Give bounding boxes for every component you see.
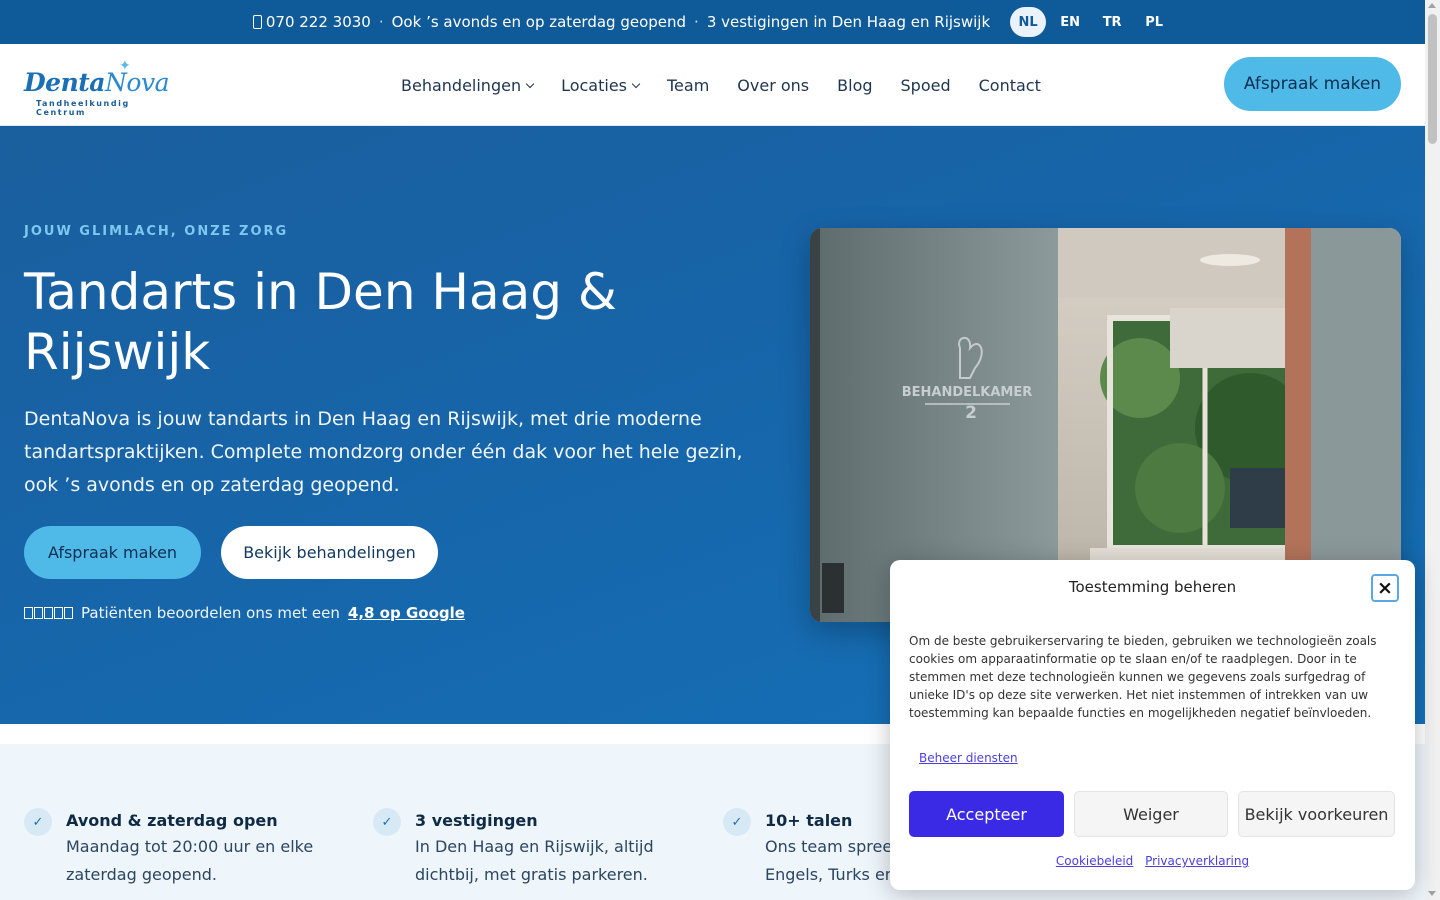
photo-sign-number: 2: [965, 403, 977, 423]
sparkle-icon: ✦: [119, 58, 131, 74]
separator: ·: [378, 13, 384, 31]
nav-item-team[interactable]: Team: [667, 76, 709, 95]
scrollbar-thumb[interactable]: [1428, 14, 1437, 144]
hero-eyebrow: JOUW GLIMLACH, ONZE ZORG: [24, 224, 289, 239]
feature-title: Avond & zaterdag open: [66, 811, 278, 830]
page-title: Tandarts in Den Haag & Rijswijk: [24, 263, 617, 381]
deny-button[interactable]: Weiger: [1074, 791, 1228, 837]
check-icon: ✓: [723, 808, 751, 836]
logo[interactable]: DentaNova ✦ Tandheelkundig Centrum: [24, 58, 184, 117]
phone-icon: [252, 15, 262, 29]
feature-item: ✓ Avond & zaterdag open Maandag tot 20:0…: [24, 806, 344, 889]
lang-nl[interactable]: NL: [1010, 7, 1047, 37]
scroll-down-arrow-icon[interactable]: [1428, 891, 1436, 896]
nav-item-blog[interactable]: Blog: [837, 76, 872, 95]
feature-title: 3 vestigingen: [415, 811, 538, 830]
header-appointment-button[interactable]: Afspraak maken: [1224, 57, 1401, 111]
star-rating-icon: [24, 607, 73, 619]
page-scrollbar[interactable]: [1425, 0, 1440, 900]
main-nav: Behandelingen Locaties Team Over ons Blo…: [401, 44, 1041, 126]
view-preferences-button[interactable]: Bekijk voorkeuren: [1238, 791, 1395, 837]
cookie-links: Cookiebeleid Privacyverklaring: [890, 854, 1415, 868]
accept-button[interactable]: Accepteer: [909, 791, 1064, 837]
lang-tr[interactable]: TR: [1094, 7, 1130, 37]
nav-item-contact[interactable]: Contact: [979, 76, 1041, 95]
nav-item-spoed[interactable]: Spoed: [901, 76, 951, 95]
hero-lead: DentaNova is jouw tandarts in Den Haag e…: [24, 408, 743, 496]
language-switcher: NL EN TR PL: [1010, 7, 1172, 37]
logo-wordmark: DentaNova: [24, 68, 169, 97]
nav-item-behandelingen[interactable]: Behandelingen: [401, 75, 535, 95]
logo-tagline: Tandheelkundig Centrum: [36, 99, 130, 117]
cookie-title: Toestemming beheren: [1068, 578, 1237, 596]
phone-link[interactable]: 070 222 3030: [252, 13, 371, 31]
privacy-statement-link[interactable]: Privacyverklaring: [1145, 854, 1249, 868]
nav-item-over-ons[interactable]: Over ons: [737, 76, 809, 95]
cookie-policy-link[interactable]: Cookiebeleid: [1056, 854, 1133, 868]
check-icon: ✓: [24, 808, 52, 836]
feature-text: zaterdag geopend.: [66, 865, 217, 884]
manage-services-link[interactable]: Beheer diensten: [919, 751, 1018, 765]
logo-brand-denta: Denta: [24, 68, 106, 97]
separator: ·: [694, 13, 699, 31]
photo-sign-text: BEHANDELKAMER: [902, 385, 1033, 400]
site-header: DentaNova ✦ Tandheelkundig Centrum Behan…: [0, 44, 1425, 126]
phone-number[interactable]: 070 222 3030: [266, 13, 371, 31]
feature-text: dichtbij, met gratis parkeren.: [415, 865, 648, 884]
google-rating: Patiënten beoordelen ons met een 4,8 op …: [24, 604, 465, 622]
google-rating-link[interactable]: 4,8 op Google: [348, 604, 465, 622]
check-icon: ✓: [373, 808, 401, 836]
appointment-button[interactable]: Afspraak maken: [24, 526, 201, 579]
lang-en[interactable]: EN: [1052, 7, 1088, 37]
feature-item: ✓ 3 vestigingen In Den Haag en Rijswijk,…: [373, 806, 693, 889]
scroll-up-arrow-icon[interactable]: [1428, 3, 1436, 8]
close-button[interactable]: ×: [1371, 574, 1399, 602]
view-treatments-button[interactable]: Bekijk behandelingen: [221, 526, 438, 579]
nav-item-locaties[interactable]: Locaties: [561, 75, 641, 95]
nav-label: Behandelingen: [401, 75, 522, 95]
logo-brand-nova: Nova: [105, 68, 169, 97]
contact-info: 070 222 3030 · Ook ’s avonds en op zater…: [252, 13, 991, 31]
feature-text: Maandag tot 20:00 uur en elke: [66, 837, 314, 856]
rating-text: Patiënten beoordelen ons met een: [81, 604, 340, 622]
locations-text: 3 vestigingen in Den Haag en Rijswijk: [706, 13, 991, 31]
top-info-bar: 070 222 3030 · Ook ’s avonds en op zater…: [0, 0, 1425, 44]
opening-hours-text: Ook ’s avonds en op zaterdag geopend: [391, 13, 687, 31]
cookie-consent-dialog: Toestemming beheren × Om de beste gebrui…: [890, 560, 1415, 890]
chevron-down-icon: [525, 79, 535, 88]
cookie-body-text: Om de beste gebruikerservaring te bieden…: [909, 634, 1377, 720]
lang-pl[interactable]: PL: [1136, 7, 1172, 37]
close-icon: ×: [1377, 576, 1393, 599]
nav-label: Locaties: [561, 75, 627, 95]
feature-text: In Den Haag en Rijswijk, altijd: [415, 837, 654, 856]
chevron-down-icon: [631, 79, 641, 88]
